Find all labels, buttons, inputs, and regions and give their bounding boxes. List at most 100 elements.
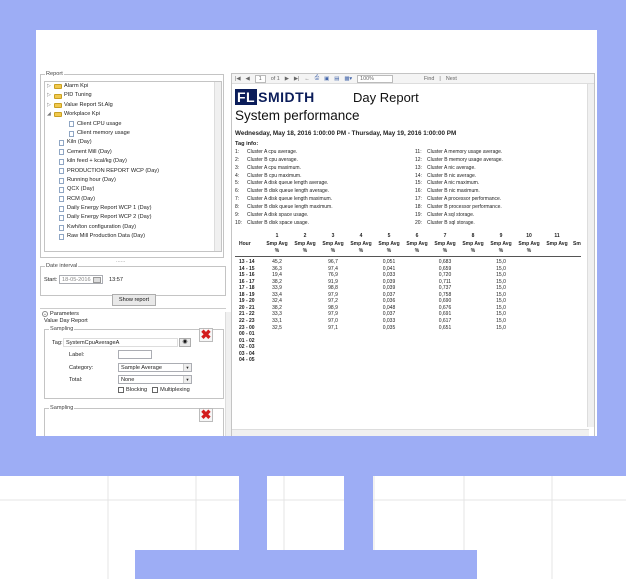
- blocking-checkbox[interactable]: [118, 387, 124, 393]
- tree-item[interactable]: PRODUCTION REPORT WCP (Day): [45, 167, 221, 176]
- expand-right-icon[interactable]: ▷: [47, 101, 54, 110]
- start-time-value[interactable]: 13:57: [109, 277, 123, 283]
- tree-item[interactable]: Client memory usage: [45, 129, 221, 138]
- page-setup-icon[interactable]: ▤: [334, 76, 339, 82]
- report-horizontal-scrollbar[interactable]: [232, 429, 589, 436]
- value-cell: 15,0: [496, 272, 506, 279]
- first-page-icon[interactable]: |◀: [235, 76, 241, 82]
- value-cell: 0,039: [382, 285, 396, 292]
- last-page-icon[interactable]: ▶|: [294, 76, 300, 82]
- start-date-value: 18-05-2016: [62, 277, 91, 283]
- delete-sampling-button-2[interactable]: ✖: [199, 408, 213, 422]
- value-cell: 97,9: [328, 291, 338, 298]
- value-cell: 98,9: [328, 304, 338, 311]
- value-cell: 36,3: [272, 265, 282, 272]
- value-cell: 97,2: [328, 298, 338, 305]
- value-cell: 33,1: [272, 317, 282, 324]
- value-cell: 76,9: [328, 272, 338, 279]
- tag-input[interactable]: SystemCpuAverageA: [63, 338, 178, 347]
- start-label: Start:: [44, 277, 58, 283]
- delete-sampling-button[interactable]: ✖: [199, 328, 213, 342]
- column-number: 7: [443, 233, 447, 239]
- tree-item[interactable]: QCX (Day): [45, 185, 221, 194]
- multiplexing-checkbox[interactable]: [152, 387, 159, 393]
- value-cell: 15,0: [496, 259, 506, 265]
- hour-cell: 20 - 21: [239, 304, 255, 311]
- parameters-header[interactable]: ^ Parameters: [42, 311, 79, 317]
- report-subtitle: System performance: [235, 108, 360, 123]
- report-icon: [59, 186, 64, 193]
- tag-info-line: 14: Cluster B nic average.: [415, 172, 477, 179]
- find-link[interactable]: Find: [424, 76, 435, 82]
- column-number: 8: [471, 233, 475, 239]
- category-select[interactable]: Sample Average ▼: [118, 363, 192, 372]
- tree-item[interactable]: Client CPU usage: [45, 120, 221, 129]
- tag-info-line: 18: Cluster B processor performance.: [415, 203, 502, 210]
- calendar-icon[interactable]: [93, 277, 101, 283]
- total-select[interactable]: None ▼: [118, 375, 192, 384]
- tree-item[interactable]: Raw Mill Production Data (Day): [45, 232, 221, 241]
- tree-item[interactable]: Running hour (Day): [45, 176, 221, 185]
- value-cell: 98,8: [328, 285, 338, 292]
- tree-item[interactable]: Kwh/ton configuration (Day): [45, 223, 221, 232]
- value-cell: 15,0: [496, 278, 506, 285]
- report-vertical-scrollbar[interactable]: [587, 84, 594, 427]
- tree-item[interactable]: kiln feed + kcal/kg (Day): [45, 157, 221, 166]
- report-tree[interactable]: ▷ Alarm Kpi ▷ PID Tuning ▷ Value Report St.Al…: [44, 81, 222, 252]
- tag-info-line: 7: Cluster A disk queue length maximum.: [235, 196, 333, 203]
- binoculars-icon[interactable]: ◉: [179, 338, 191, 347]
- next-link[interactable]: Next: [446, 76, 457, 82]
- category-label: Category:: [69, 365, 94, 371]
- column-unit: %: [386, 248, 392, 254]
- collapse-icon[interactable]: ^: [42, 311, 48, 317]
- hour-cell: 23 - 00: [239, 324, 255, 331]
- sampling-legend-2: Sampling: [49, 405, 75, 411]
- column-header: Smp Avg: [518, 241, 540, 247]
- expand-right-icon[interactable]: ▷: [47, 82, 54, 91]
- tree-scrollbar[interactable]: [214, 82, 221, 251]
- blocking-option[interactable]: Blocking Multiplexing: [118, 387, 190, 393]
- export-icon[interactable]: ▩▾: [344, 76, 352, 82]
- splitter-handle[interactable]: ......: [116, 258, 125, 264]
- back-icon[interactable]: ←: [304, 76, 309, 82]
- layout-icon[interactable]: ▣: [324, 76, 329, 82]
- tree-item[interactable]: Daily Energy Report WCP 2 (Day): [45, 213, 221, 222]
- label-input[interactable]: [118, 350, 152, 359]
- tree-item[interactable]: Daily Energy Report WCP 1 (Day): [45, 204, 221, 213]
- report-icon: [59, 140, 64, 147]
- prev-page-icon[interactable]: ◀: [246, 76, 250, 82]
- tag-info-line: 10: Cluster B disk space usage.: [235, 219, 309, 226]
- tree-item[interactable]: ▷ Value Report St.Alg: [45, 101, 221, 110]
- expand-right-icon[interactable]: ▷: [47, 91, 54, 100]
- start-date-input[interactable]: 18-05-2016: [59, 275, 103, 284]
- value-cell: 97,1: [328, 324, 338, 331]
- tag-info-line: 12: Cluster B memory usage average.: [415, 156, 503, 163]
- value-cell: 0,617: [438, 317, 452, 324]
- zoom-select[interactable]: 100%: [357, 74, 393, 83]
- tree-item[interactable]: ▷ PID Tuning: [45, 91, 221, 100]
- tree-item[interactable]: ▷ Alarm Kpi: [45, 82, 221, 91]
- tree-item[interactable]: RCM (Day): [45, 195, 221, 204]
- column-header: Smp Avg: [406, 241, 428, 247]
- page-input[interactable]: 1: [254, 74, 266, 83]
- tree-item-label: Workplace Kpi: [64, 111, 100, 118]
- tree-item-label: PRODUCTION REPORT WCP (Day): [67, 167, 159, 174]
- value-cell: 0,035: [382, 324, 396, 331]
- expand-down-icon[interactable]: ◢: [47, 110, 54, 119]
- report-icon: [59, 215, 64, 222]
- hour-cell: 17 - 18: [239, 285, 255, 292]
- tree-item[interactable]: Cement Mill (Day): [45, 148, 221, 157]
- tree-item[interactable]: Kiln (Day): [45, 138, 221, 147]
- next-page-icon[interactable]: ▶: [285, 76, 289, 82]
- print-icon[interactable]: ⎙: [315, 75, 319, 82]
- value-cell: 0,690: [438, 298, 452, 305]
- show-report-button[interactable]: Show report: [112, 294, 156, 306]
- tag-info-line: 2: Cluster B cpu average.: [235, 156, 298, 163]
- tag-info-line: 19: Cluster A sql storage.: [415, 211, 475, 218]
- tree-item[interactable]: ◢ Workplace Kpi: [45, 110, 221, 119]
- report-group: Report ▷ Alarm Kpi ▷ PID Tuning ▷ Value Repor…: [40, 71, 224, 258]
- column-header-truncated: Sm: [573, 241, 581, 247]
- column-header: Smp Avg: [490, 241, 512, 247]
- column-header: Smp Avg: [546, 241, 568, 247]
- value-cell: 97,9: [328, 311, 338, 318]
